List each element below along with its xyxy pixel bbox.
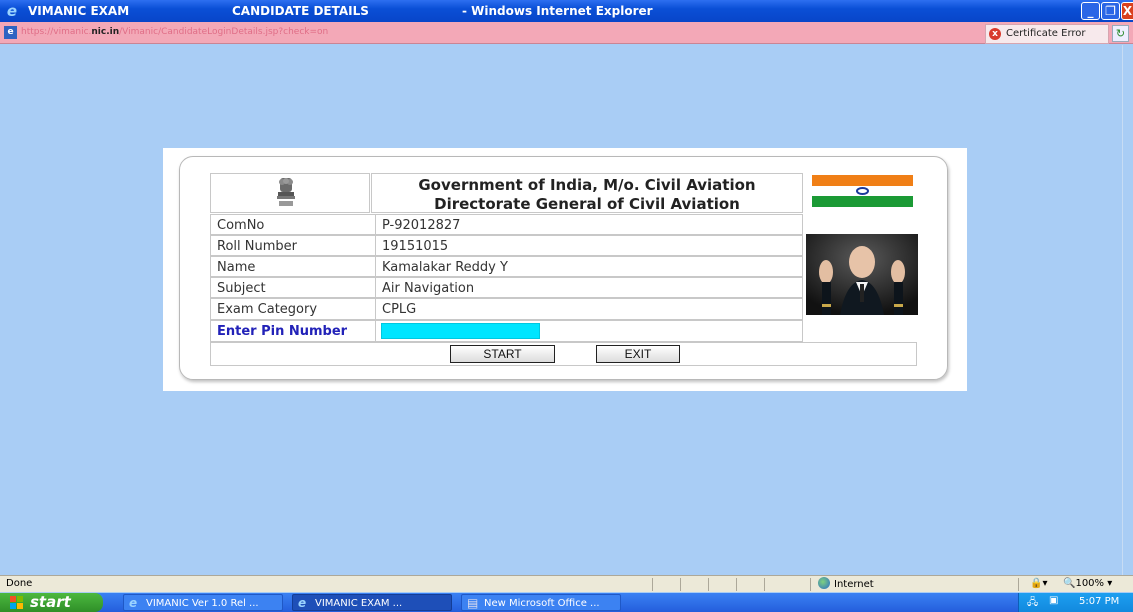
exit-button[interactable]: EXIT (596, 345, 680, 363)
refresh-icon[interactable]: ↻ (1112, 25, 1129, 42)
name-label: Name (210, 256, 376, 277)
title-browser: - Windows Internet Explorer (462, 4, 653, 18)
address-bar[interactable]: e https://vimanic.nic.in/Vimanic/Candida… (0, 22, 1133, 44)
windows-logo-icon (10, 596, 23, 609)
heading-line-2: Directorate General of Civil Aviation (434, 195, 740, 213)
start-button[interactable]: START (450, 345, 555, 363)
zoom-level: 100% (1075, 578, 1105, 589)
national-emblem-icon (277, 178, 295, 206)
zone-label: Internet (834, 579, 874, 590)
status-bar: Done Internet 🔒▾ 🔍100% ▾ (0, 575, 1133, 592)
taskbar-item-office[interactable]: ▤ New Microsoft Office ... (461, 594, 621, 611)
start-button-taskbar[interactable]: start (0, 593, 103, 612)
protected-mode-icon[interactable]: 🔒▾ (1030, 578, 1047, 589)
internet-explorer-icon: e (129, 596, 138, 610)
internet-explorer-icon: e (6, 2, 18, 20)
close-button[interactable]: X (1121, 2, 1133, 20)
exam-category-value: CPLG (375, 298, 803, 320)
taskbar-item-label: VIMANIC Ver 1.0 Rel ... (146, 598, 259, 609)
roll-number-value: 19151015 (375, 235, 803, 256)
internet-explorer-icon: e (298, 596, 307, 610)
emblem-cell (210, 173, 370, 213)
taskbar-item-vimanic-exam[interactable]: e VIMANIC EXAM ... (292, 594, 452, 611)
system-tray: 🖧 ▣ 5:07 PM (1018, 593, 1133, 612)
pin-number-label: Enter Pin Number (210, 320, 376, 342)
taskbar: start e VIMANIC Ver 1.0 Rel ... e VIMANI… (0, 593, 1133, 612)
window-title-bar: e VIMANIC EXAM CANDIDATE DETAILS - Windo… (0, 0, 1133, 22)
restore-button[interactable]: ❐ (1101, 2, 1120, 20)
page-heading: Government of India, M/o. Civil Aviation… (371, 173, 803, 213)
taskbar-item-vimanic-ver[interactable]: e VIMANIC Ver 1.0 Rel ... (123, 594, 283, 611)
certificate-error-button[interactable]: x Certificate Error (985, 24, 1109, 44)
subject-value: Air Navigation (375, 277, 803, 298)
vertical-scrollbar[interactable] (1122, 45, 1133, 575)
clock[interactable]: 5:07 PM (1079, 596, 1119, 607)
security-zone: Internet (818, 577, 874, 590)
minimize-button[interactable]: _ (1081, 2, 1100, 20)
exam-category-label: Exam Category (210, 298, 376, 320)
heading-line-1: Government of India, M/o. Civil Aviation (418, 176, 756, 194)
certificate-error-label: Certificate Error (1006, 28, 1086, 39)
shield-error-icon: x (989, 28, 1001, 40)
start-label: start (30, 593, 71, 611)
comno-value: P-92012827 (375, 214, 803, 235)
pin-number-input[interactable] (381, 323, 540, 339)
url-text[interactable]: https://vimanic.nic.in/Vimanic/Candidate… (21, 27, 328, 37)
subject-label: Subject (210, 277, 376, 298)
candidate-photo (806, 234, 918, 315)
taskbar-item-label: New Microsoft Office ... (484, 598, 600, 609)
status-text: Done (6, 578, 33, 589)
title-app: VIMANIC EXAM (28, 4, 130, 18)
candidate-photo-image (806, 234, 918, 315)
network-icon[interactable]: 🖧 (1027, 595, 1038, 612)
indian-flag-icon (812, 175, 913, 207)
office-icon: ▤ (467, 596, 479, 610)
comno-label: ComNo (210, 214, 376, 235)
taskbar-item-label: VIMANIC EXAM ... (315, 598, 403, 609)
button-row (210, 342, 917, 366)
title-page: CANDIDATE DETAILS (232, 4, 369, 18)
page-icon: e (4, 26, 17, 39)
globe-icon (818, 577, 830, 589)
roll-number-label: Roll Number (210, 235, 376, 256)
name-value: Kamalakar Reddy Y (375, 256, 803, 277)
monitor-icon[interactable]: ▣ (1049, 595, 1058, 606)
zoom-control[interactable]: 🔍100% ▾ (1063, 578, 1112, 589)
pin-cell (375, 320, 803, 342)
